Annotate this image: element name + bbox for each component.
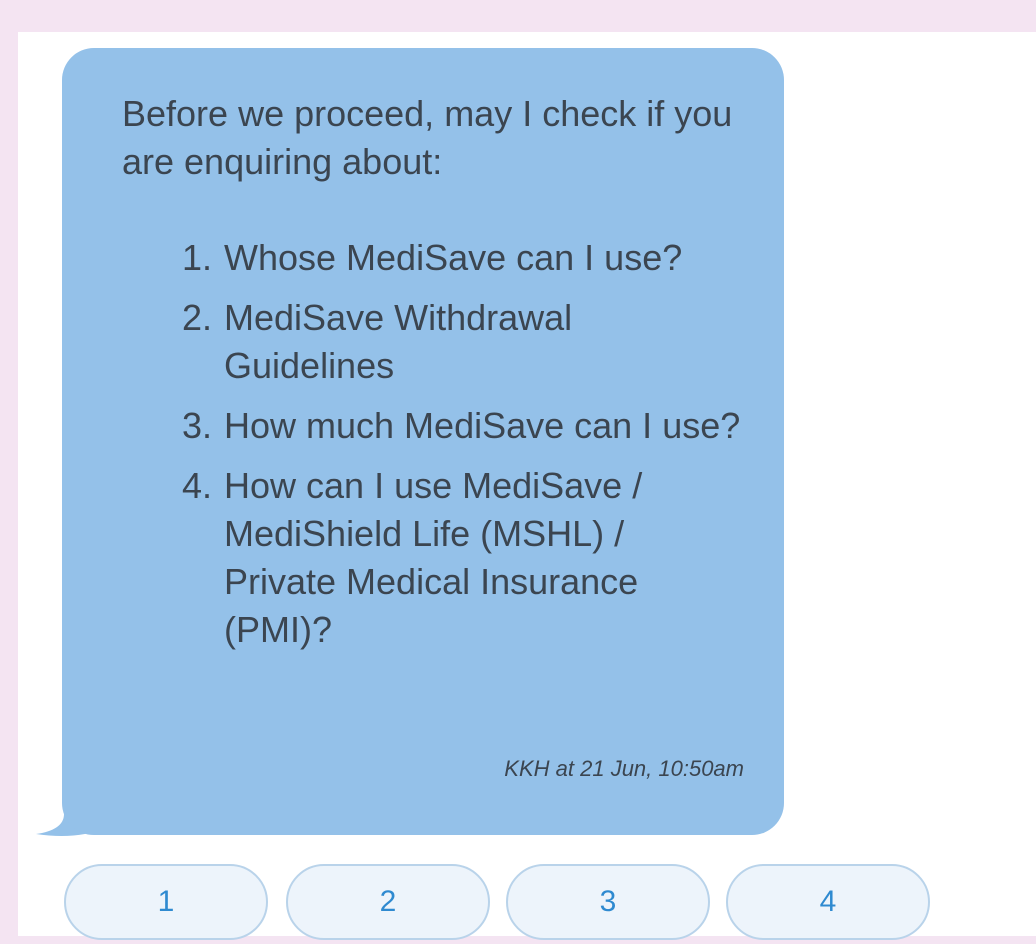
option-number: 1. (182, 237, 213, 278)
option-text: How can I use MediSave / MediShield Life… (224, 465, 643, 650)
quick-reply-button-2[interactable]: 2 (286, 864, 490, 940)
option-number: 4. (182, 465, 213, 506)
option-text: How much MediSave can I use? (224, 405, 741, 446)
message-bubble: Before we proceed, may I check if you ar… (62, 48, 784, 835)
option-number: 2. (182, 297, 213, 338)
quick-reply-button-1[interactable]: 1 (64, 864, 268, 940)
list-item: 2. MediSave Withdrawal Guidelines (182, 294, 742, 390)
quick-reply-button-4[interactable]: 4 (726, 864, 930, 940)
option-text: MediSave Withdrawal Guidelines (224, 297, 573, 386)
quick-reply-button-3[interactable]: 3 (506, 864, 710, 940)
message-timestamp: KKH at 21 Jun, 10:50am (504, 756, 744, 781)
bot-message: Before we proceed, may I check if you ar… (36, 48, 788, 852)
list-item: 1. Whose MediSave can I use? (182, 234, 742, 282)
option-text: Whose MediSave can I use? (224, 237, 683, 278)
message-intro: Before we proceed, may I check if you ar… (122, 93, 733, 182)
chat-panel: Before we proceed, may I check if you ar… (18, 32, 1036, 940)
option-number: 3. (182, 405, 213, 446)
option-list: 1. Whose MediSave can I use? 2. MediSave… (182, 234, 742, 666)
quick-reply-bar: 1 2 3 4 (64, 864, 964, 944)
list-item: 4. How can I use MediSave / MediShield L… (182, 462, 742, 654)
list-item: 3. How much MediSave can I use? (182, 402, 742, 450)
